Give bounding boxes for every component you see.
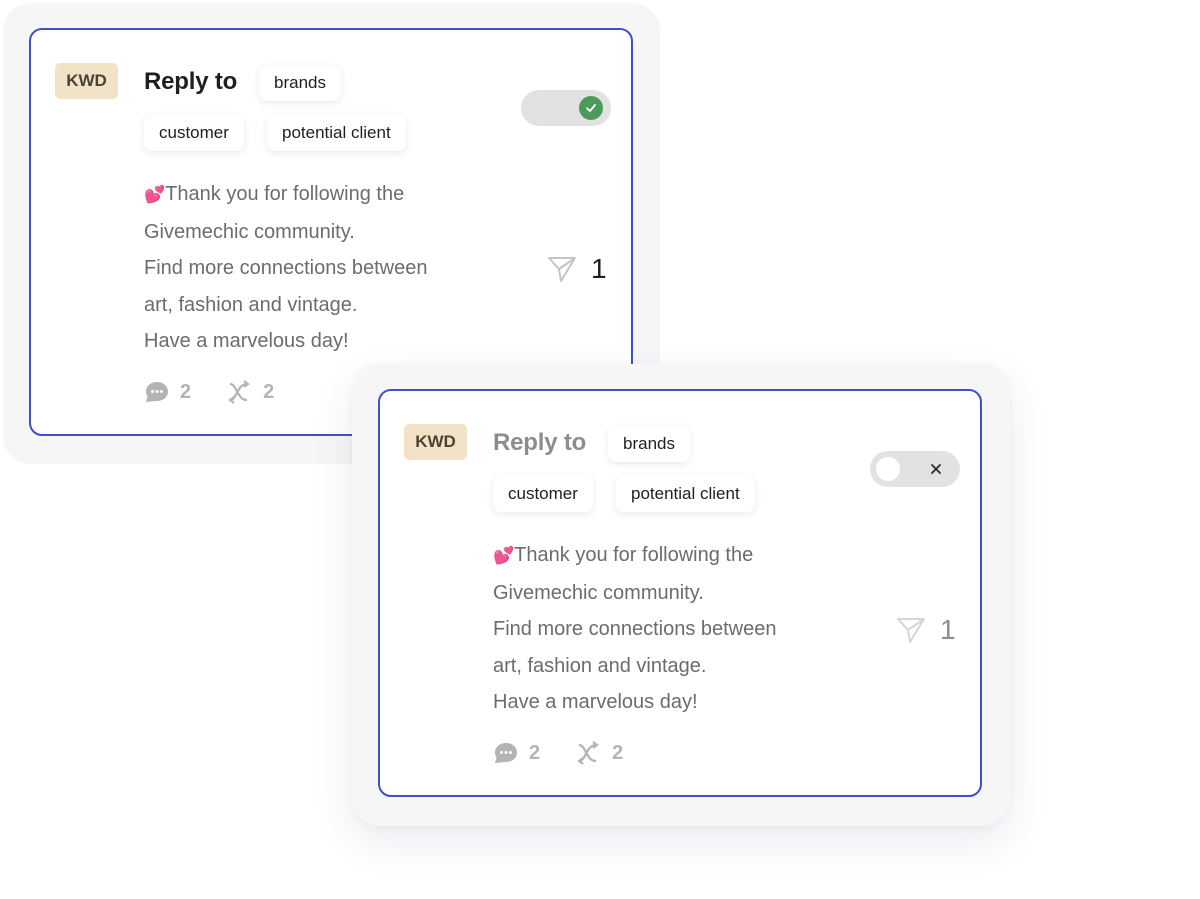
- message-line: Find more connections between: [144, 257, 428, 280]
- reply-message: 💕Thank you for following the Givemechic …: [493, 537, 833, 721]
- shuffle-stat: 2: [227, 380, 274, 404]
- enable-toggle[interactable]: [870, 451, 960, 487]
- close-icon: [931, 464, 941, 474]
- keyword-badge: KWD: [55, 63, 118, 99]
- message-line: Thank you for following the: [165, 183, 405, 205]
- keyword-badge: KWD: [404, 424, 467, 460]
- send-icon: [548, 257, 576, 282]
- shuffle-count: 2: [263, 380, 275, 403]
- message-line: Givemechic community.: [493, 581, 704, 604]
- two-hearts-emoji: 💕: [144, 185, 166, 204]
- auto-reply-card[interactable]: KWD Reply to brands customer potential c…: [378, 389, 982, 797]
- send-count-group: 1: [547, 253, 607, 285]
- message-line: Find more connections between: [493, 618, 777, 641]
- reply-to-label: Reply to: [493, 429, 587, 456]
- comments-count: 2: [529, 741, 541, 764]
- tag-customer[interactable]: customer: [144, 115, 244, 151]
- auto-reply-panel-2: KWD Reply to brands customer potential c…: [352, 364, 1010, 826]
- send-count: 1: [591, 253, 607, 284]
- tag-potential-client[interactable]: potential client: [267, 115, 406, 151]
- send-count-group: 1: [896, 614, 956, 646]
- comments-stat: 2: [493, 741, 540, 765]
- toggle-knob: [876, 457, 900, 481]
- stats-row: 2 2: [144, 380, 310, 404]
- shuffle-icon: [228, 380, 250, 404]
- tag-potential-client[interactable]: potential client: [616, 476, 755, 512]
- send-count: 1: [940, 614, 956, 645]
- toggle-x-wrap: [926, 459, 946, 479]
- toggle-knob: [579, 96, 603, 120]
- tag-brands[interactable]: brands: [259, 65, 341, 101]
- shuffle-count: 2: [612, 741, 624, 764]
- message-line: Have a marvelous day!: [144, 330, 349, 353]
- shuffle-stat: 2: [576, 741, 623, 765]
- send-icon: [897, 618, 925, 643]
- enable-toggle[interactable]: [521, 90, 611, 126]
- comments-count: 2: [180, 380, 192, 403]
- reply-to-label: Reply to: [144, 68, 238, 95]
- message-line: art, fashion and vintage.: [493, 654, 707, 677]
- message-line: Givemechic community.: [144, 220, 355, 243]
- check-icon: [586, 104, 596, 112]
- shuffle-icon: [577, 741, 599, 765]
- message-line: Thank you for following the: [514, 544, 754, 566]
- tag-brands[interactable]: brands: [608, 426, 690, 462]
- two-hearts-emoji: 💕: [493, 546, 515, 565]
- message-line: Have a marvelous day!: [493, 691, 698, 714]
- comment-icon: [495, 743, 517, 763]
- tag-customer[interactable]: customer: [493, 476, 593, 512]
- comments-stat: 2: [144, 380, 191, 404]
- message-line: art, fashion and vintage.: [144, 293, 358, 316]
- stats-row: 2 2: [493, 741, 659, 765]
- comment-icon: [146, 382, 168, 402]
- reply-message: 💕Thank you for following the Givemechic …: [144, 176, 484, 360]
